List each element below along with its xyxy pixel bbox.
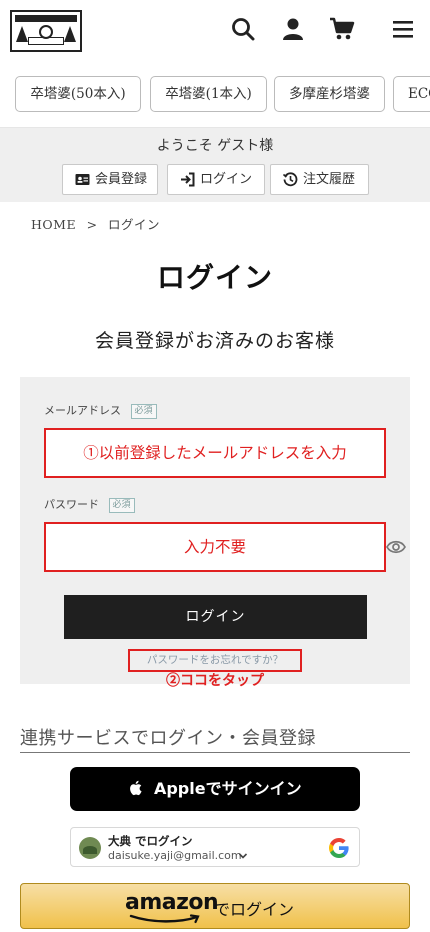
sns-login-title: 連携サービスでログイン・会員登録 <box>20 724 410 753</box>
cart-icon[interactable] <box>329 16 355 42</box>
welcome-text: ようこそ ゲスト様 <box>156 138 274 154</box>
order-history-button[interactable]: 注文履歴 <box>270 164 369 195</box>
google-signin-button[interactable]: 大典 でログイン daisuke.yaji@gmail.com <box>70 827 360 867</box>
sign-in-icon <box>181 172 195 187</box>
apple-signin-button[interactable]: Appleでサインイン <box>70 767 360 811</box>
logo-tree-left <box>16 26 28 42</box>
welcome-band: ようこそ ゲスト様 会員登録 ログイン 注文履歴 <box>0 128 430 202</box>
login-nav-button[interactable]: ログイン <box>167 164 265 195</box>
amazon-logo-text: amazon <box>125 890 219 915</box>
breadcrumb-current: ログイン <box>108 217 161 232</box>
register-label: 会員登録 <box>95 172 148 187</box>
amazon-login-suffix: でログイン <box>214 900 295 919</box>
chevron-down-icon <box>238 853 248 859</box>
password-annotation: 入力不要 <box>183 538 246 556</box>
history-icon <box>283 172 298 187</box>
section-title: 会員登録がお済みのお客様 <box>94 330 335 352</box>
email-field-label: メールアドレス 必須 <box>44 402 157 419</box>
email-label-text: メールアドレス <box>44 404 121 417</box>
category-pill[interactable]: 卒塔婆(50本入) <box>15 76 141 112</box>
id-card-icon <box>75 174 90 185</box>
google-account-name: 大典 でログイン <box>108 834 193 848</box>
google-icon <box>329 838 349 858</box>
register-button[interactable]: 会員登録 <box>62 164 158 195</box>
category-pill[interactable]: 卒塔婆(1本入) <box>150 76 267 112</box>
page-title: ログイン <box>156 261 273 294</box>
avatar <box>79 837 101 859</box>
google-account-email: daisuke.yaji@gmail.com <box>108 849 242 862</box>
password-field-label: パスワード 必須 <box>44 496 135 513</box>
order-history-label: 注文履歴 <box>303 172 356 187</box>
search-icon[interactable] <box>230 16 256 42</box>
logo-name-band <box>28 37 64 45</box>
site-logo[interactable] <box>10 10 82 52</box>
tap-annotation: ②ココをタップ <box>166 673 264 689</box>
eye-icon[interactable] <box>386 538 406 556</box>
user-icon[interactable] <box>280 16 306 42</box>
email-field[interactable]: ①以前登録したメールアドレスを入力 <box>44 428 386 478</box>
logo-tree-right <box>64 26 76 42</box>
breadcrumb: HOME > ログイン <box>31 214 160 233</box>
category-bar: 卒塔婆(50本入) 卒塔婆(1本入) 多摩産杉塔婆 ECO <box>0 62 430 128</box>
forgot-password-link[interactable]: パスワードをお忘れですか？ <box>128 649 302 672</box>
category-pill[interactable]: 多摩産杉塔婆 <box>274 76 385 112</box>
logo-top-band <box>15 15 77 22</box>
email-annotation: ①以前登録したメールアドレスを入力 <box>83 444 347 462</box>
apple-icon <box>130 780 142 796</box>
category-pill[interactable]: ECO <box>393 76 430 112</box>
required-badge: 必須 <box>108 497 135 513</box>
login-nav-label: ログイン <box>200 172 253 187</box>
login-button[interactable]: ログイン <box>64 595 367 639</box>
apple-signin-label: Appleでサインイン <box>153 779 302 798</box>
login-form-panel: メールアドレス 必須 ①以前登録したメールアドレスを入力 パスワード 必須 入力… <box>20 377 410 684</box>
amazon-login-button[interactable]: amazon でログイン <box>20 883 410 929</box>
breadcrumb-separator: > <box>86 217 98 232</box>
password-label-text: パスワード <box>44 498 99 511</box>
menu-icon[interactable] <box>390 16 416 42</box>
amazon-smile-icon <box>129 914 200 924</box>
site-header <box>0 0 430 58</box>
required-badge: 必須 <box>130 403 157 419</box>
password-field[interactable]: 入力不要 <box>44 522 386 572</box>
breadcrumb-home[interactable]: HOME <box>31 217 76 232</box>
